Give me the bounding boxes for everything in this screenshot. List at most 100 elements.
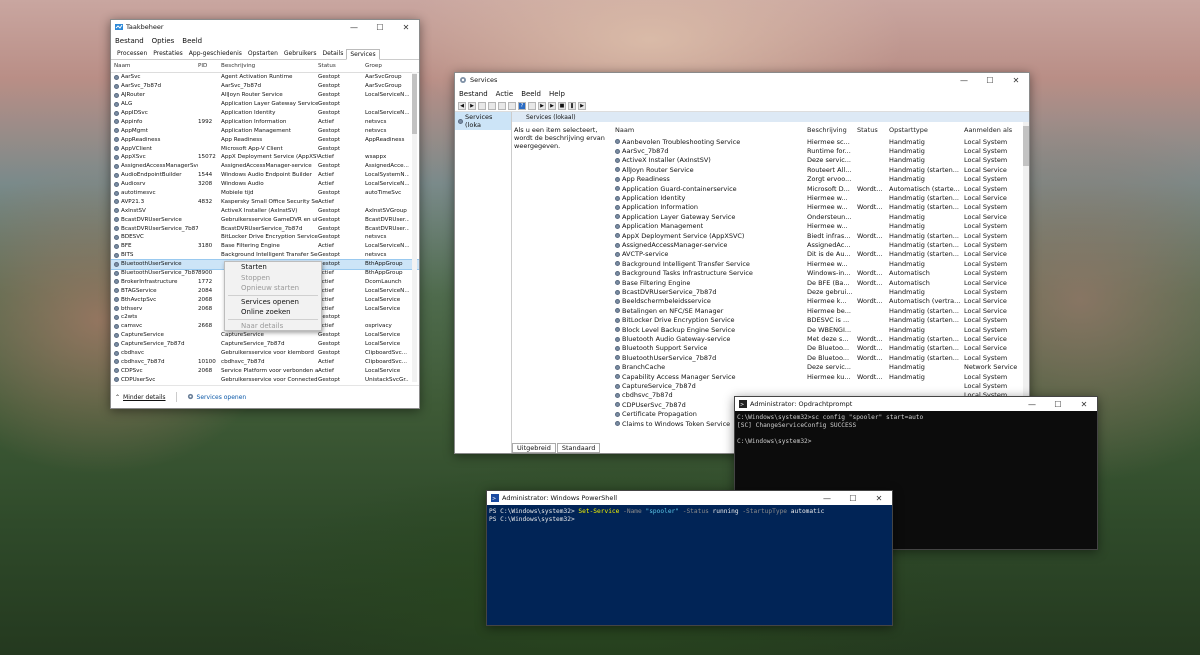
service-row[interactable]: BitLocker Drive Encryption Service BDESVC… xyxy=(615,316,1024,325)
table-row[interactable]: CaptureService CaptureService Gestopt Local… xyxy=(111,331,419,340)
table-row[interactable]: AppVClient Microsoft App-V Client Gestopt xyxy=(111,144,419,153)
service-row[interactable]: AppX Deployment Service (AppXSVC) Biedt i… xyxy=(615,231,1024,240)
view-tab-0[interactable]: Uitgebreid xyxy=(512,443,556,453)
table-row[interactable]: Appinfo 1992 Application Information Actief… xyxy=(111,117,419,126)
table-row[interactable]: AppReadiness App Readiness Gestopt AppReadi… xyxy=(111,135,419,144)
vertical-scrollbar[interactable] xyxy=(412,72,417,382)
show-hide-tree-icon[interactable] xyxy=(478,101,486,110)
table-row[interactable]: AppXSvc 15072 AppX Deployment Service (App… xyxy=(111,153,419,162)
tab-5[interactable]: Details xyxy=(320,49,347,59)
column-header[interactable]: Status xyxy=(318,63,365,69)
console-icon[interactable] xyxy=(488,101,496,110)
task-manager-titlebar[interactable]: Taakbeheer — ☐ ✕ xyxy=(111,20,419,34)
refresh-icon[interactable] xyxy=(498,101,506,110)
close-button[interactable]: ✕ xyxy=(866,491,892,505)
service-row[interactable]: BluetoothUserService_7b87d De Bluetoo... W… xyxy=(615,353,1024,362)
table-row[interactable]: cbdhsvc Gebruikersservice voor klembord Ge… xyxy=(111,349,419,358)
service-row[interactable]: Base Filtering Engine De BFE (Ba... Wordt.… xyxy=(615,278,1024,287)
minimize-button[interactable]: — xyxy=(341,20,367,34)
service-row[interactable]: Background Tasks Infrastructure Service W… xyxy=(615,269,1024,278)
context-menu-item-0[interactable]: Starten xyxy=(225,262,321,273)
menu-item-0[interactable]: Bestand xyxy=(459,90,488,98)
pause-icon[interactable]: ❚ xyxy=(568,101,576,110)
table-row[interactable]: AarSvc Agent Activation Runtime Gestopt Aar… xyxy=(111,73,419,82)
column-header[interactable]: Aanmelden als xyxy=(964,126,1024,134)
task-manager-window[interactable]: Taakbeheer — ☐ ✕ Bestand Opties Beeld Proc… xyxy=(110,19,420,409)
cmd-console-output[interactable]: C:\Windows\system32>sc config "spooler" … xyxy=(735,411,1097,449)
fewer-details-link[interactable]: ⌃ Minder details xyxy=(115,394,166,401)
menu-item-3[interactable]: Help xyxy=(549,90,565,98)
service-row[interactable]: Application Layer Gateway Service Onderst… xyxy=(615,212,1024,221)
column-header[interactable]: Groep xyxy=(365,63,409,69)
menu-item-1[interactable]: Actie xyxy=(496,90,514,98)
powershell-window[interactable]: > Administrator: Windows PowerShell — ☐ … xyxy=(486,490,893,626)
help-icon[interactable]: ? xyxy=(518,101,526,110)
column-header[interactable]: PID xyxy=(198,63,221,69)
service-row[interactable]: Betalingen en NFC/SE Manager Hiermee be..… xyxy=(615,306,1024,315)
table-row[interactable]: CDPUserSvc Gebruikersservice voor Connect… xyxy=(111,375,419,384)
context-menu-item-3[interactable]: Services openen xyxy=(225,297,321,308)
tab-0[interactable]: Processen xyxy=(114,49,150,59)
service-row[interactable]: Bluetooth Audio Gateway-service Met deze … xyxy=(615,334,1024,343)
table-row[interactable]: AVP21.3 4832 Kaspersky Small Office Securi… xyxy=(111,197,419,206)
table-row[interactable]: BDESVC BitLocker Drive Encryption Service… xyxy=(111,233,419,242)
service-row[interactable]: Background Intelligent Transfer Service H… xyxy=(615,259,1024,268)
restart-icon[interactable]: ▶ xyxy=(578,101,586,110)
context-menu-item-4[interactable]: Online zoeken xyxy=(225,307,321,318)
forward-icon[interactable]: ▶ xyxy=(468,101,476,110)
powershell-console-output[interactable]: PS C:\Windows\system32> Set-Service -Nam… xyxy=(487,505,892,527)
table-row[interactable]: AxInstSV ActiveX Installer (AxInstSV) Gest… xyxy=(111,206,419,215)
open-services-link[interactable]: Services openen xyxy=(187,393,246,402)
service-row[interactable]: Block Level Backup Engine Service De WBEN… xyxy=(615,325,1024,334)
column-header[interactable]: Naam xyxy=(111,63,198,69)
service-row[interactable]: App Readiness Zorgt ervoo... Handmatig Loca… xyxy=(615,175,1024,184)
service-row[interactable]: Application Identity Hiermee w... Handmati… xyxy=(615,193,1024,202)
service-row[interactable]: AssignedAccessManager-service AssignedAc.… xyxy=(615,240,1024,249)
menu-item-2[interactable]: Beeld xyxy=(182,37,202,45)
table-row[interactable]: AppMgmt Application Management Gestopt nets… xyxy=(111,126,419,135)
service-row[interactable]: Beeldschermbeleidsservice Hiermee k... Wor… xyxy=(615,297,1024,306)
service-row[interactable]: Capability Access Manager Service Hiermee… xyxy=(615,372,1024,381)
column-header[interactable]: Opstarttype xyxy=(889,126,964,134)
column-header[interactable]: Beschrijving xyxy=(221,63,318,69)
table-row[interactable]: AarSvc_7b87d AarSvc_7b87d Gestopt AarSvcGro… xyxy=(111,82,419,91)
tab-1[interactable]: Prestaties xyxy=(150,49,186,59)
column-header[interactable]: Beschrijving xyxy=(807,126,857,134)
tab-6[interactable]: Services xyxy=(346,49,380,60)
vertical-scrollbar[interactable] xyxy=(1023,122,1029,442)
table-row[interactable]: autotimesvc Mobiele tijd Gestopt autoTimeSv… xyxy=(111,189,419,198)
maximize-button[interactable]: ☐ xyxy=(1045,397,1071,411)
tab-3[interactable]: Opstarten xyxy=(245,49,281,59)
table-row[interactable]: ALG Application Layer Gateway Service Gest… xyxy=(111,100,419,109)
table-row[interactable]: Audiosrv 3208 Windows Audio Actief LocalServ… xyxy=(111,180,419,189)
play-icon[interactable]: ▶ xyxy=(538,101,546,110)
service-row[interactable]: AllJoyn Router Service Routeert All... Han… xyxy=(615,165,1024,174)
maximize-button[interactable]: ☐ xyxy=(367,20,393,34)
minimize-button[interactable]: — xyxy=(814,491,840,505)
service-row[interactable]: Application Management Hiermee w... Handma… xyxy=(615,222,1024,231)
minimize-button[interactable]: — xyxy=(1019,397,1045,411)
close-button[interactable]: ✕ xyxy=(1003,73,1029,87)
tab-4[interactable]: Gebruikers xyxy=(281,49,320,59)
menu-item-0[interactable]: Bestand xyxy=(115,37,144,45)
service-row[interactable]: Aanbevolen Troubleshooting Service Hierme… xyxy=(615,137,1024,146)
column-header[interactable]: Naam xyxy=(615,126,807,134)
view-tab-1[interactable]: Standaard xyxy=(556,443,601,453)
scrollbar-thumb[interactable] xyxy=(412,74,417,134)
service-row[interactable]: AarSvc_7b87d Runtime for... Handmatig Local… xyxy=(615,146,1024,155)
table-row[interactable]: BITS Background Intelligent Transfer Ser.… xyxy=(111,251,419,260)
maximize-button[interactable]: ☐ xyxy=(840,491,866,505)
table-row[interactable]: CaptureService_7b87d CaptureService_7b87d… xyxy=(111,340,419,349)
maximize-button[interactable]: ☐ xyxy=(977,73,1003,87)
export-icon[interactable] xyxy=(508,101,516,110)
service-row[interactable]: Application Information Hiermee w... Wordt… xyxy=(615,203,1024,212)
tab-2[interactable]: App-geschiedenis xyxy=(186,49,245,59)
table-row[interactable]: AudioEndpointBuilder 1544 Windows Audio En… xyxy=(111,171,419,180)
table-row[interactable]: AssignedAccessManagerSvc AssignedAccessMa… xyxy=(111,162,419,171)
powershell-titlebar[interactable]: > Administrator: Windows PowerShell — ☐ … xyxy=(487,491,892,505)
service-row[interactable]: BcastDVRUserService_7b87d Deze gebrui... H… xyxy=(615,287,1024,296)
close-button[interactable]: ✕ xyxy=(393,20,419,34)
table-row[interactable]: AJRouter AllJoyn Router Service Gestopt Loc… xyxy=(111,91,419,100)
menu-item-1[interactable]: Opties xyxy=(152,37,175,45)
table-row[interactable]: BcastDVRUserService Gebruikersservice Gam… xyxy=(111,215,419,224)
